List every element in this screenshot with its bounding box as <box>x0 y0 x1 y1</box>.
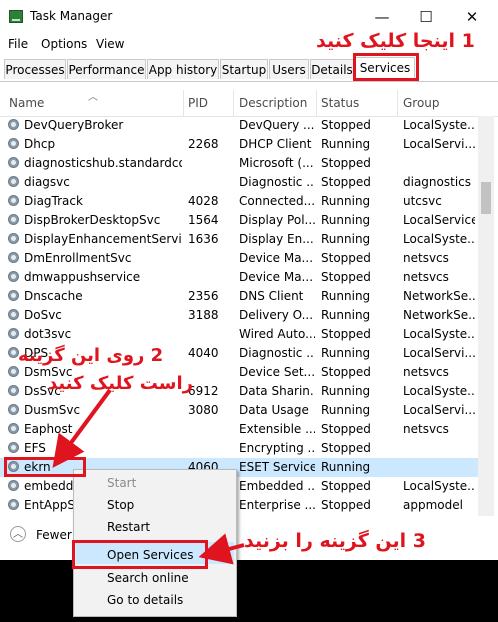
annotation-arrows <box>52 388 245 565</box>
arrow-to-ekrn-icon <box>52 388 112 468</box>
arrow-to-open-services-icon <box>198 533 245 565</box>
